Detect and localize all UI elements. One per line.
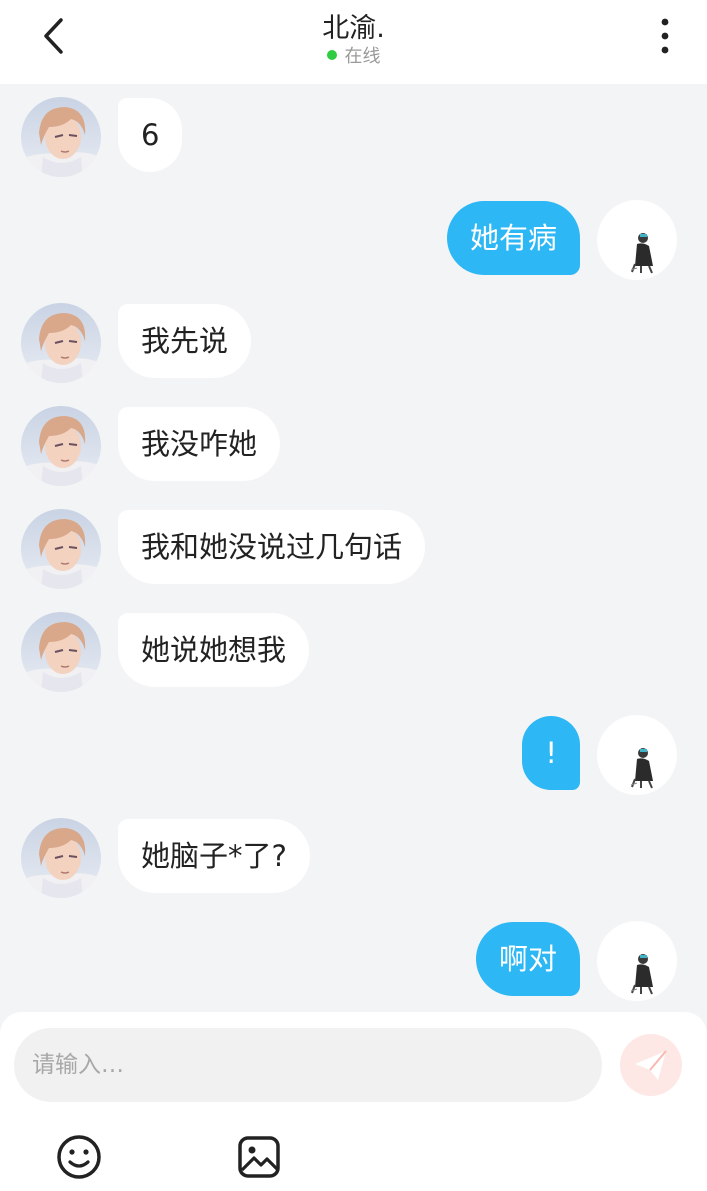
contact-avatar[interactable] [21,406,101,486]
message-list[interactable]: 6 她有病 我先说 我没咋她 我和她没说过几句话 她说她想我 ! 她脑子*了? … [0,84,707,1014]
message-input[interactable] [14,1028,602,1102]
contact-avatar[interactable] [21,97,101,177]
online-status: 在线 [0,42,707,68]
contact-avatar[interactable] [21,303,101,383]
incoming-message-bubble[interactable]: 我和她没说过几句话 [118,510,426,584]
send-button[interactable] [620,1034,682,1096]
my-avatar[interactable] [597,200,677,280]
incoming-message-bubble[interactable]: 她说她想我 [118,613,310,687]
contact-name: 北渝. [322,13,385,44]
more-options-button[interactable] [650,14,680,58]
incoming-message-bubble[interactable]: 我先说 [118,304,252,378]
online-dot-icon [326,50,337,60]
my-avatar[interactable] [597,715,677,795]
image-icon [238,1136,280,1178]
outgoing-message-bubble[interactable]: 啊对 [475,922,580,996]
emoji-icon [57,1135,101,1179]
incoming-message-bubble[interactable]: 她脑子*了? [118,819,310,893]
chat-header: 北渝. 在线 [0,0,707,84]
message-composer [0,1012,707,1191]
contact-avatar[interactable] [21,818,101,898]
outgoing-message-bubble[interactable]: ! [522,716,580,790]
emoji-button[interactable] [54,1132,104,1182]
contact-avatar[interactable] [21,612,101,692]
incoming-message-bubble[interactable]: 我没咋她 [118,407,281,481]
paper-plane-icon [635,1050,667,1080]
outgoing-message-bubble[interactable]: 她有病 [446,201,580,275]
incoming-message-bubble[interactable]: 6 [118,98,183,172]
vertical-ellipsis-icon [661,18,669,54]
status-label: 在线 [344,46,381,67]
my-avatar[interactable] [597,921,677,1001]
contact-avatar[interactable] [21,509,101,589]
image-button[interactable] [234,1132,284,1182]
